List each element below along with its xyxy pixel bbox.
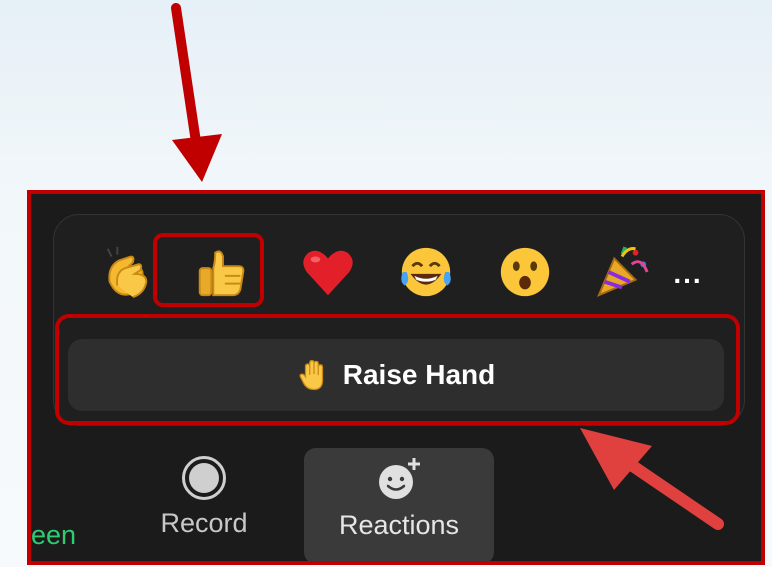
reactions-button[interactable]: Reactions [304, 448, 494, 561]
clapping-hands-icon[interactable] [94, 239, 160, 305]
annotation-arrow-up-left [580, 428, 724, 530]
annotation-arrow-down [171, 3, 222, 182]
record-icon [182, 456, 226, 500]
record-label: Record [160, 508, 248, 538]
thumbs-up-icon[interactable] [188, 239, 254, 305]
reactions-label: Reactions [338, 510, 460, 540]
raise-hand-button[interactable]: Raise Hand [68, 339, 724, 411]
raised-hand-icon [297, 358, 331, 392]
surprised-face-icon[interactable] [492, 239, 558, 305]
more-label: ... [673, 258, 703, 289]
emoji-row: ... [54, 239, 744, 309]
party-popper-icon[interactable] [589, 239, 655, 305]
reactions-popup: ... Raise Hand [53, 214, 745, 426]
add-reaction-icon [376, 456, 422, 502]
more-reactions-button[interactable]: ... [668, 258, 708, 289]
raise-hand-label: Raise Hand [342, 359, 496, 390]
share-screen-label-partial[interactable]: een [31, 520, 76, 551]
red-heart-icon[interactable] [295, 239, 361, 305]
tears-of-joy-icon[interactable] [393, 239, 459, 305]
record-button[interactable]: Record [149, 456, 259, 539]
